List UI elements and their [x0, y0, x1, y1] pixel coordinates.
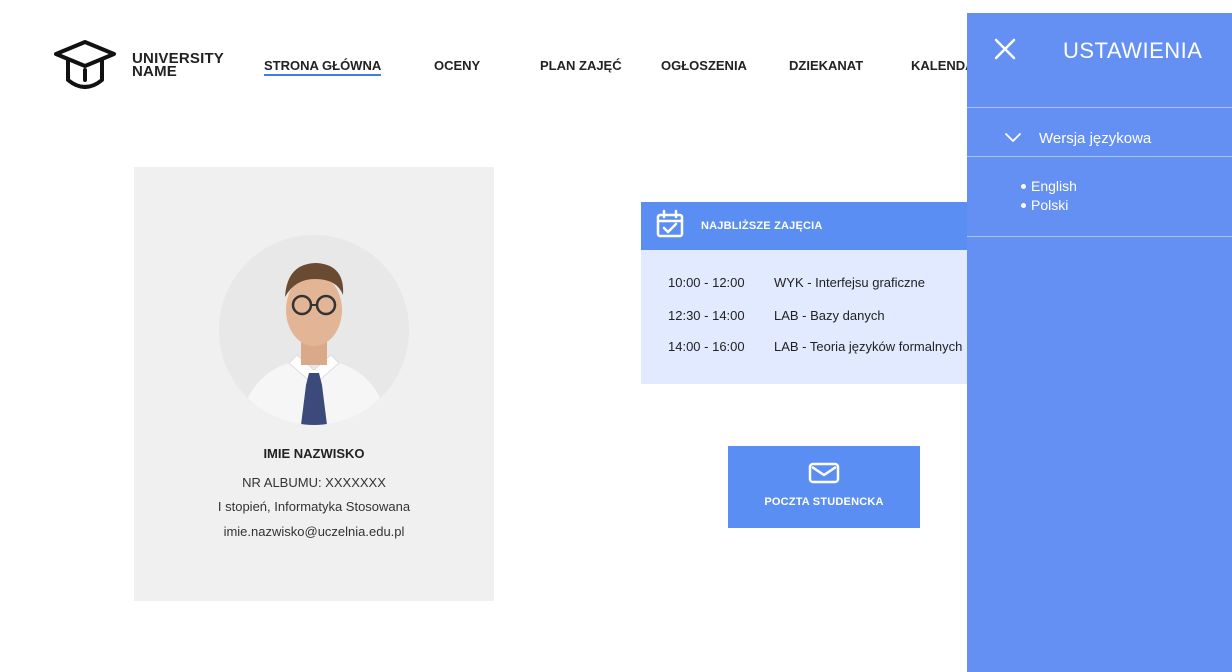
brand-name: UNIVERSITY NAME: [132, 51, 224, 79]
class-name: LAB - Teoria języków formalnych: [774, 339, 963, 354]
class-row[interactable]: 10:00 - 12:00 WYK - Interfejsu graficzne: [668, 275, 925, 290]
nav-label: DZIEKANAT: [789, 58, 864, 73]
class-row[interactable]: 12:30 - 14:00 LAB - Bazy danych: [668, 308, 885, 323]
graduation-cap-icon: [52, 36, 118, 94]
calendar-check-icon: [655, 209, 685, 244]
bullet: [1021, 203, 1026, 208]
language-label: Polski: [1031, 197, 1069, 213]
nav-label: PLAN ZAJĘĆ: [540, 58, 622, 73]
profile-name: IMIE NAZWISKO: [263, 446, 365, 461]
settings-title: USTAWIENIA: [1063, 38, 1203, 63]
profile-album: NR ALBUMU: XXXXXXX: [242, 475, 386, 490]
close-button[interactable]: [993, 37, 1017, 61]
class-time: 10:00 - 12:00: [668, 275, 745, 290]
language-label: English: [1031, 178, 1077, 194]
divider: [967, 236, 1232, 237]
nav-item-deans-office[interactable]: DZIEKANAT: [789, 58, 863, 73]
brand-logo[interactable]: UNIVERSITY NAME: [52, 36, 224, 94]
class-time: 12:30 - 14:00: [668, 308, 745, 323]
nav-item-home[interactable]: STRONA GŁÓWNA: [264, 58, 382, 76]
close-icon: [993, 38, 1017, 65]
active-underline: [264, 74, 382, 76]
settings-panel: USTAWIENIA Wersja językowa English Polsk…: [967, 13, 1232, 672]
language-option-polski[interactable]: Polski: [1021, 196, 1077, 215]
nav-label: STRONA GŁÓWNA: [264, 58, 382, 73]
envelope-icon: [808, 461, 840, 490]
profile-program: I stopień, Informatyka Stosowana: [217, 499, 411, 514]
language-section-label: Wersja językowa: [1039, 130, 1152, 147]
page: UNIVERSITY NAME STRONA GŁÓWNA OCENY PLAN…: [0, 0, 1232, 672]
profile-email[interactable]: imie.nazwisko@uczelnia.edu.pl: [134, 524, 494, 539]
divider: [967, 107, 1232, 108]
classes-header: NAJBLIŻSZE ZAJĘCIA: [641, 202, 971, 250]
class-name: WYK - Interfejsu graficzne: [774, 275, 925, 290]
avatar: [219, 235, 409, 425]
nav-label: OGŁOSZENIA: [661, 58, 747, 73]
bullet: [1021, 184, 1026, 189]
class-row[interactable]: 14:00 - 16:00 LAB - Teoria języków formal…: [668, 339, 962, 354]
class-time: 14:00 - 16:00: [668, 339, 745, 354]
upcoming-classes: NAJBLIŻSZE ZAJĘCIA 10:00 - 12:00 WYK - In…: [641, 202, 971, 384]
nav-item-announcements[interactable]: OGŁOSZENIA: [661, 58, 747, 73]
language-list: English Polski: [1021, 177, 1077, 215]
chevron-down-icon: [1005, 130, 1021, 147]
divider: [967, 156, 1232, 157]
nav-label: OCENY: [434, 58, 481, 73]
nav-item-grades[interactable]: OCENY: [434, 58, 480, 73]
student-mail-button[interactable]: POCZTA STUDENCKA: [728, 446, 920, 528]
classes-title: NAJBLIŻSZE ZAJĘCIA: [701, 220, 823, 232]
language-section-toggle[interactable]: Wersja językowa: [1005, 130, 1151, 147]
language-option-english[interactable]: English: [1021, 177, 1077, 196]
nav-item-schedule[interactable]: PLAN ZAJĘĆ: [540, 58, 622, 73]
class-name: LAB - Bazy danych: [774, 308, 885, 323]
profile-card: IMIE NAZWISKO NR ALBUMU: XXXXXXX I stopi…: [134, 167, 494, 601]
mail-label: POCZTA STUDENCKA: [764, 496, 884, 508]
